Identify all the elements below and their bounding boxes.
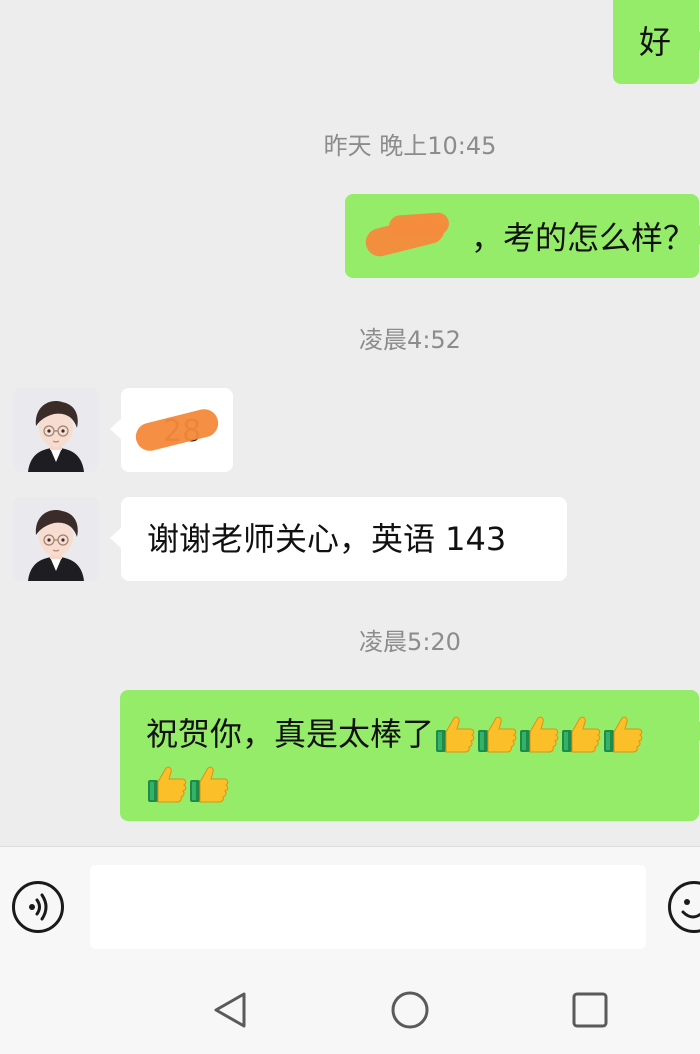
timestamp: 凌晨4:52: [359, 326, 461, 354]
thumbs-up-icon: [436, 716, 475, 753]
sent-message-bubble[interactable]: 好: [613, 0, 700, 84]
redaction-mark: [388, 211, 450, 239]
timestamp: 昨天 晚上10:45: [323, 132, 497, 160]
received-message-bubble[interactable]: 28: [110, 388, 233, 472]
message-input-field[interactable]: [90, 865, 646, 949]
message-text: 谢谢老师关心，英语 143: [147, 520, 507, 558]
message-text: 好: [639, 23, 672, 61]
sent-message-bubble[interactable]: ，考的怎么样？: [345, 194, 700, 278]
thumbs-up-icon: [478, 716, 517, 753]
voice-button[interactable]: [12, 881, 64, 933]
message-text: ，考的怎么样？: [471, 219, 696, 257]
emoji-button[interactable]: [668, 881, 700, 933]
avatar-illustration-icon: [14, 497, 98, 581]
back-icon[interactable]: [210, 990, 250, 1030]
contact-avatar[interactable]: [14, 388, 98, 472]
avatar-illustration-icon: [14, 388, 98, 472]
message-input-bar: [0, 846, 700, 965]
chat-area[interactable]: 好 昨天 晚上10:45 ，考的怎么样？ 凌晨4:52 28: [0, 0, 700, 846]
thumbs-up-icon: [604, 716, 643, 753]
contact-avatar[interactable]: [14, 497, 98, 581]
thumbs-up-icon: [190, 766, 229, 803]
system-navigation-bar: [0, 964, 700, 1054]
thumbs-up-row: [146, 764, 230, 804]
emoji-icon: [681, 899, 700, 919]
thumbs-up-row: [434, 714, 644, 754]
thumbs-up-icon: [562, 716, 601, 753]
sent-message-bubble[interactable]: 祝贺你，真是太棒了: [120, 690, 700, 821]
thumbs-up-icon: [148, 766, 187, 803]
recents-icon[interactable]: [570, 990, 610, 1030]
thumbs-up-icon: [520, 716, 559, 753]
home-icon[interactable]: [390, 990, 430, 1030]
timestamp: 凌晨5:20: [359, 628, 461, 656]
received-message-bubble[interactable]: 谢谢老师关心，英语 143: [110, 497, 567, 581]
voice-icon: [29, 893, 48, 921]
message-text: 祝贺你，真是太棒了: [146, 715, 435, 753]
